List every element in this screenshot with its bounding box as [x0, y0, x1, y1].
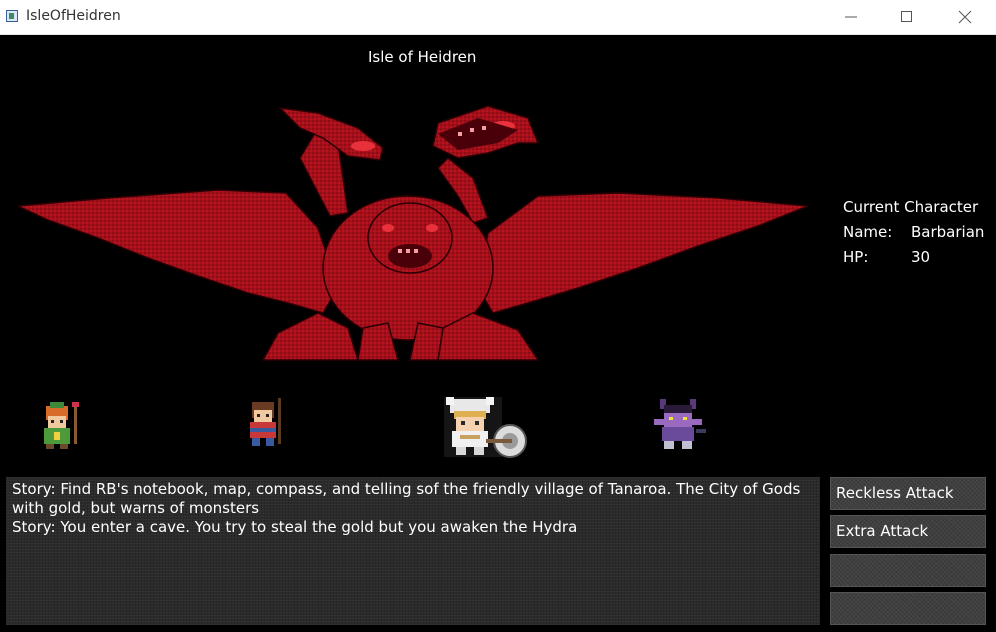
- druid-sprite-icon[interactable]: [34, 400, 90, 452]
- character-name-value: Barbarian: [911, 223, 985, 241]
- game-title: Isle of Heidren: [368, 48, 477, 66]
- character-name-label: Name:: [843, 223, 893, 241]
- maximize-icon: [901, 11, 912, 22]
- maximize-button[interactable]: [884, 0, 930, 34]
- character-name-row: Name: Barbarian: [843, 220, 984, 245]
- story-line: Story: You enter a cave. You try to stea…: [12, 518, 578, 536]
- window-title: IsleOfHeidren: [26, 8, 121, 24]
- archer-sprite-icon[interactable]: [240, 398, 296, 452]
- game-canvas: Isle of Heidren Current Character Name: …: [0, 35, 996, 632]
- tiefling-sprite-icon[interactable]: [650, 397, 710, 455]
- hydra-dragon-icon: [18, 105, 808, 361]
- extra-attack-button[interactable]: Extra Attack: [830, 515, 986, 548]
- close-icon: [958, 10, 972, 24]
- action-button-empty-2[interactable]: [830, 592, 986, 625]
- story-line: Story: Find RB's notebook, map, compass,…: [12, 480, 801, 517]
- character-hp-value: 30: [911, 248, 931, 266]
- reckless-attack-button[interactable]: Reckless Attack: [830, 477, 986, 510]
- app-icon: [6, 10, 18, 22]
- action-button-empty-1[interactable]: [830, 554, 986, 587]
- window-title-bar: IsleOfHeidren: [0, 0, 996, 35]
- character-hp-row: HP: 30: [843, 245, 984, 270]
- story-log[interactable]: Story: Find RB's notebook, map, compass,…: [6, 477, 820, 625]
- close-button[interactable]: [942, 0, 988, 34]
- minimize-icon: [845, 16, 857, 18]
- barbarian-sprite-icon[interactable]: [440, 395, 532, 463]
- current-character-panel: Current Character Name: Barbarian HP: 30: [843, 195, 984, 270]
- minimize-button[interactable]: [828, 0, 874, 34]
- current-character-heading: Current Character: [843, 198, 979, 216]
- character-hp-label: HP:: [843, 248, 869, 266]
